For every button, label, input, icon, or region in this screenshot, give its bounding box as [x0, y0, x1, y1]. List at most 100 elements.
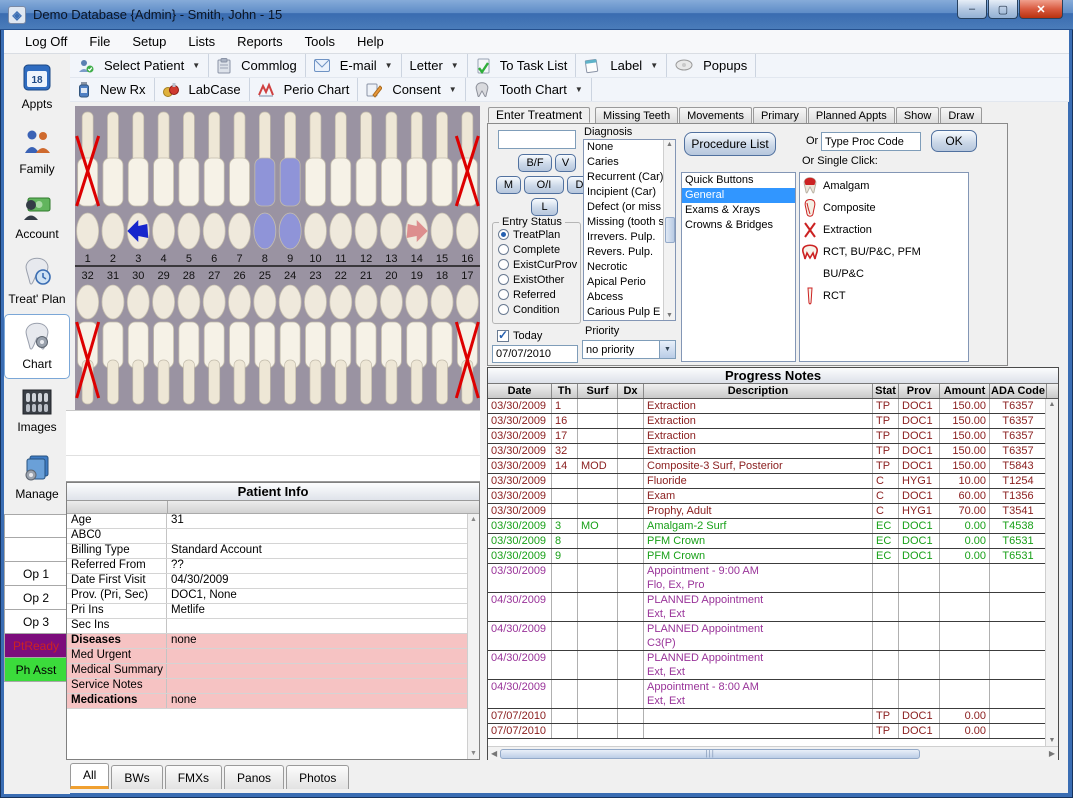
progress-note-row[interactable]: 03/30/2009Appointment - 9:00 AMFlo, Ex, …: [488, 564, 1058, 593]
proc-code-input[interactable]: Type Proc Code: [821, 132, 921, 151]
toolbar-button-new-rx[interactable]: New Rx: [70, 78, 155, 101]
category-item-crowns-bridges[interactable]: Crowns & Bridges: [682, 218, 795, 233]
chevron-down-icon[interactable]: ▼: [449, 85, 457, 94]
progress-vscrollbar[interactable]: ▲▼: [1045, 399, 1058, 746]
status-cell-ph-asst[interactable]: Ph Asst: [4, 658, 68, 682]
menu-item-tools[interactable]: Tools: [294, 31, 346, 52]
single-click-rct-bu-p-c-pfm[interactable]: RCT, BU/P&C, PFM: [800, 241, 968, 263]
diagnosis-item-caries[interactable]: Caries: [584, 155, 664, 170]
toolbar-button-select-patient[interactable]: Select Patient▼: [70, 54, 209, 77]
date-input[interactable]: 07/07/2010: [492, 345, 578, 363]
progress-note-row[interactable]: 03/30/2009Prophy, AdultCHYG170.00T3541: [488, 504, 1058, 519]
operatory-cell-op-3[interactable]: Op 3: [4, 610, 68, 634]
diagnosis-scrollbar[interactable]: ▲▼: [663, 140, 675, 320]
progress-hscrollbar[interactable]: ◀ ||| ▶: [488, 746, 1058, 760]
sidebar-item-treat-plan[interactable]: Treat' Plan: [4, 249, 70, 314]
category-item-quick-buttons[interactable]: Quick Buttons: [682, 173, 795, 188]
patient-info-row-sec-ins[interactable]: Sec Ins: [67, 619, 479, 634]
diagnosis-item-incipient-car[interactable]: Incipient (Car): [584, 185, 664, 200]
image-tab-panos[interactable]: Panos: [224, 765, 284, 789]
chevron-down-icon[interactable]: ▼: [650, 61, 658, 70]
progress-note-row[interactable]: 03/30/200916ExtractionTPDOC1150.00T6357: [488, 414, 1058, 429]
minimize-button[interactable]: –: [957, 0, 987, 19]
radio-icon[interactable]: [498, 229, 509, 240]
progress-note-row[interactable]: 03/30/20098PFM CrownECDOC10.00T6531: [488, 534, 1058, 549]
patient-info-row-referred-from[interactable]: Referred From??: [67, 559, 479, 574]
toolbar-button-perio-chart[interactable]: Perio Chart: [250, 78, 359, 101]
toolbar-button-commlog[interactable]: Commlog: [209, 54, 306, 77]
operatory-cell-empty[interactable]: [4, 538, 68, 562]
diagnosis-item-missing-tooth-s[interactable]: Missing (tooth s: [584, 215, 664, 230]
hscroll-thumb[interactable]: |||: [500, 749, 920, 759]
single-click-amalgam[interactable]: Amalgam: [800, 175, 968, 197]
progress-note-row[interactable]: 03/30/200914MODComposite-3 Surf, Posteri…: [488, 459, 1058, 474]
radio-icon[interactable]: [498, 304, 509, 315]
radio-icon[interactable]: [498, 259, 509, 270]
image-tab-fmxs[interactable]: FMXs: [165, 765, 222, 789]
column-header-stat[interactable]: Stat: [873, 384, 899, 398]
surface-button-l[interactable]: L: [531, 198, 558, 216]
single-click-bu-p-c[interactable]: BU/P&C: [800, 263, 968, 285]
diagnosis-item-revers-pulp[interactable]: Revers. Pulp.: [584, 245, 664, 260]
patient-info-row-diseases[interactable]: Diseasesnone: [67, 634, 479, 649]
progress-note-row[interactable]: 03/30/200917ExtractionTPDOC1150.00T6357: [488, 429, 1058, 444]
tab-movements[interactable]: Movements: [679, 107, 752, 123]
ok-button[interactable]: OK: [931, 130, 977, 152]
radio-icon[interactable]: [498, 244, 509, 255]
scroll-up-icon[interactable]: ▲: [1049, 401, 1056, 408]
operatory-cell-op-1[interactable]: Op 1: [4, 562, 68, 586]
diagnosis-item-necrotic[interactable]: Necrotic: [584, 260, 664, 275]
surface-button-o-i[interactable]: O/I: [524, 176, 564, 194]
single-click-list[interactable]: AmalgamCompositeExtractionRCT, BU/P&C, P…: [799, 172, 969, 362]
surface-button-v[interactable]: V: [555, 154, 576, 172]
progress-note-row[interactable]: 04/30/2009PLANNED AppointmentExt, Ext: [488, 593, 1058, 622]
progress-note-row[interactable]: 03/30/20093MOAmalgam-2 SurfECDOC10.00T45…: [488, 519, 1058, 534]
single-click-extraction[interactable]: Extraction: [800, 219, 968, 241]
tooth-number-input[interactable]: [498, 130, 576, 149]
menu-item-file[interactable]: File: [78, 31, 121, 52]
today-checkbox[interactable]: Today: [492, 328, 542, 343]
toolbar-button-tooth-chart[interactable]: Tooth Chart▼: [466, 78, 592, 101]
operatory-cell-op-2[interactable]: Op 2: [4, 586, 68, 610]
entry-status-existcurprov[interactable]: ExistCurProv: [493, 257, 580, 272]
column-header-date[interactable]: Date: [488, 384, 552, 398]
column-header-amount[interactable]: Amount: [940, 384, 990, 398]
diagnosis-item-recurrent-car[interactable]: Recurrent (Car): [584, 170, 664, 185]
scroll-down-icon[interactable]: ▼: [470, 750, 477, 757]
image-tab-bws[interactable]: BWs: [111, 765, 162, 789]
diagnosis-item-apical-perio[interactable]: Apical Perio: [584, 275, 664, 290]
diagnosis-list[interactable]: NoneCariesRecurrent (Car)Incipient (Car)…: [583, 139, 676, 321]
tab-draw[interactable]: Draw: [940, 107, 982, 123]
diagnosis-item-none[interactable]: None: [584, 140, 664, 155]
sidebar-item-appts[interactable]: 18Appts: [4, 54, 70, 119]
single-click-rct[interactable]: RCT: [800, 285, 968, 307]
patient-info-row-prov-pri-sec[interactable]: Prov. (Pri, Sec)DOC1, None: [67, 589, 479, 604]
progress-note-row[interactable]: 04/30/2009PLANNED AppointmentExt, Ext: [488, 651, 1058, 680]
menu-item-setup[interactable]: Setup: [121, 31, 177, 52]
progress-note-row[interactable]: 07/07/2010TPDOC10.00: [488, 724, 1058, 739]
chevron-down-icon[interactable]: ▼: [192, 61, 200, 70]
column-header-dx[interactable]: Dx: [618, 384, 644, 398]
toolbar-button-letter[interactable]: Letter▼: [402, 54, 468, 77]
toolbar-button-e-mail[interactable]: E-mail▼: [306, 54, 402, 77]
progress-note-row[interactable]: 03/30/2009FluorideCHYG110.00T1254: [488, 474, 1058, 489]
priority-dropdown[interactable]: no priority ▼: [582, 340, 676, 359]
patient-info-row-medications[interactable]: Medicationsnone: [67, 694, 479, 709]
toolbar-button-labcase[interactable]: LabCase: [155, 78, 250, 101]
scroll-left-icon[interactable]: ◀: [491, 749, 497, 758]
column-header-th[interactable]: Th: [552, 384, 578, 398]
image-tab-photos[interactable]: Photos: [286, 765, 349, 789]
progress-note-row[interactable]: 07/07/2010TPDOC10.00: [488, 709, 1058, 724]
tab-primary[interactable]: Primary: [753, 107, 807, 123]
patient-info-row-abc0[interactable]: ABC0: [67, 529, 479, 544]
chevron-down-icon[interactable]: ▼: [451, 61, 459, 70]
progress-note-row[interactable]: 04/30/2009Appointment - 8:00 AMExt, Ext: [488, 680, 1058, 709]
diagnosis-item-carious-pulp-e[interactable]: Carious Pulp E: [584, 305, 664, 320]
sidebar-item-images[interactable]: Images: [4, 379, 70, 444]
patient-info-row-pri-ins[interactable]: Pri InsMetlife: [67, 604, 479, 619]
tab-enter-treatment[interactable]: Enter Treatment: [488, 107, 590, 123]
column-header-description[interactable]: Description: [644, 384, 873, 398]
entry-status-condition[interactable]: Condition: [493, 302, 580, 317]
patient-info-row-billing-type[interactable]: Billing TypeStandard Account: [67, 544, 479, 559]
tab-planned-appts[interactable]: Planned Appts: [808, 107, 895, 123]
